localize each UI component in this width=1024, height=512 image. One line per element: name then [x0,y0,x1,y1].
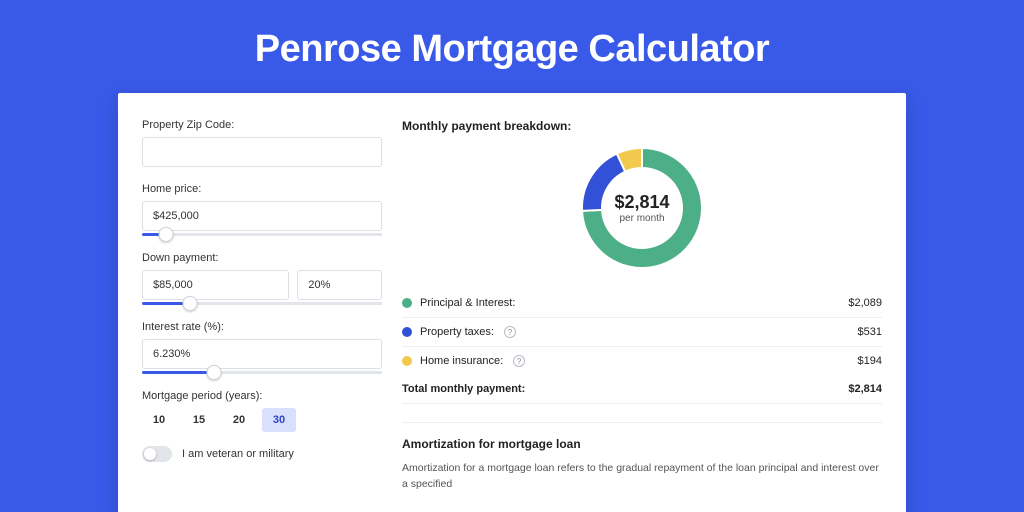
input-panel: Property Zip Code: Home price: Down paym… [142,119,382,487]
breakdown-heading: Monthly payment breakdown: [402,119,882,133]
total-row: Total monthly payment: $2,814 [402,375,882,404]
period-options: 10152030 [142,408,382,432]
legend-row: Property taxes:? $531 [402,318,882,347]
period-group: Mortgage period (years): 10152030 [142,390,382,432]
calculator-card: Property Zip Code: Home price: Down paym… [118,93,906,512]
legend-dot [402,327,412,337]
down-slider[interactable] [142,302,382,305]
period-label: Mortgage period (years): [142,390,382,402]
rate-input[interactable] [142,339,382,369]
period-chip-15[interactable]: 15 [182,408,216,432]
legend-value: $194 [858,355,882,367]
amortization-heading: Amortization for mortgage loan [402,437,882,451]
info-icon[interactable]: ? [513,355,525,367]
legend-row: Home insurance:? $194 [402,347,882,375]
price-slider[interactable] [142,233,382,236]
legend-dot [402,356,412,366]
legend-row: Principal & Interest: $2,089 [402,289,882,318]
legend-dot [402,298,412,308]
total-value: $2,814 [848,383,882,395]
slider-thumb[interactable] [207,365,222,380]
rate-group: Interest rate (%): [142,321,382,374]
zip-label: Property Zip Code: [142,119,382,131]
legend-value: $531 [858,326,882,338]
veteran-toggle[interactable] [142,446,172,462]
down-amount-input[interactable] [142,270,289,300]
period-chip-30[interactable]: 30 [262,408,296,432]
price-input[interactable] [142,201,382,231]
period-chip-20[interactable]: 20 [222,408,256,432]
total-label: Total monthly payment: [402,383,525,395]
legend-label: Property taxes: [420,326,494,338]
legend-value: $2,089 [848,297,882,309]
info-icon[interactable]: ? [504,326,516,338]
zip-group: Property Zip Code: [142,119,382,167]
breakdown-panel: Monthly payment breakdown: $2,814 per mo… [402,119,882,487]
down-group: Down payment: [142,252,382,305]
veteran-row: I am veteran or military [142,446,382,462]
amortization-section: Amortization for mortgage loan Amortizat… [402,422,882,493]
zip-input[interactable] [142,137,382,167]
amortization-text: Amortization for a mortgage loan refers … [402,461,882,493]
veteran-label: I am veteran or military [182,448,294,460]
donut-amount: $2,814 [614,192,669,213]
slider-thumb[interactable] [183,296,198,311]
rate-slider[interactable] [142,371,382,374]
down-pct-input[interactable] [297,270,382,300]
period-chip-10[interactable]: 10 [142,408,176,432]
legend-label: Home insurance: [420,355,503,367]
breakdown-donut-chart: $2,814 per month [577,143,707,273]
price-group: Home price: [142,183,382,236]
legend-label: Principal & Interest: [420,297,515,309]
slider-thumb[interactable] [159,227,174,242]
price-label: Home price: [142,183,382,195]
page-title: Penrose Mortgage Calculator [0,0,1024,93]
donut-sublabel: per month [619,213,664,224]
breakdown-legend: Principal & Interest: $2,089 Property taxe… [402,289,882,375]
rate-label: Interest rate (%): [142,321,382,333]
down-label: Down payment: [142,252,382,264]
